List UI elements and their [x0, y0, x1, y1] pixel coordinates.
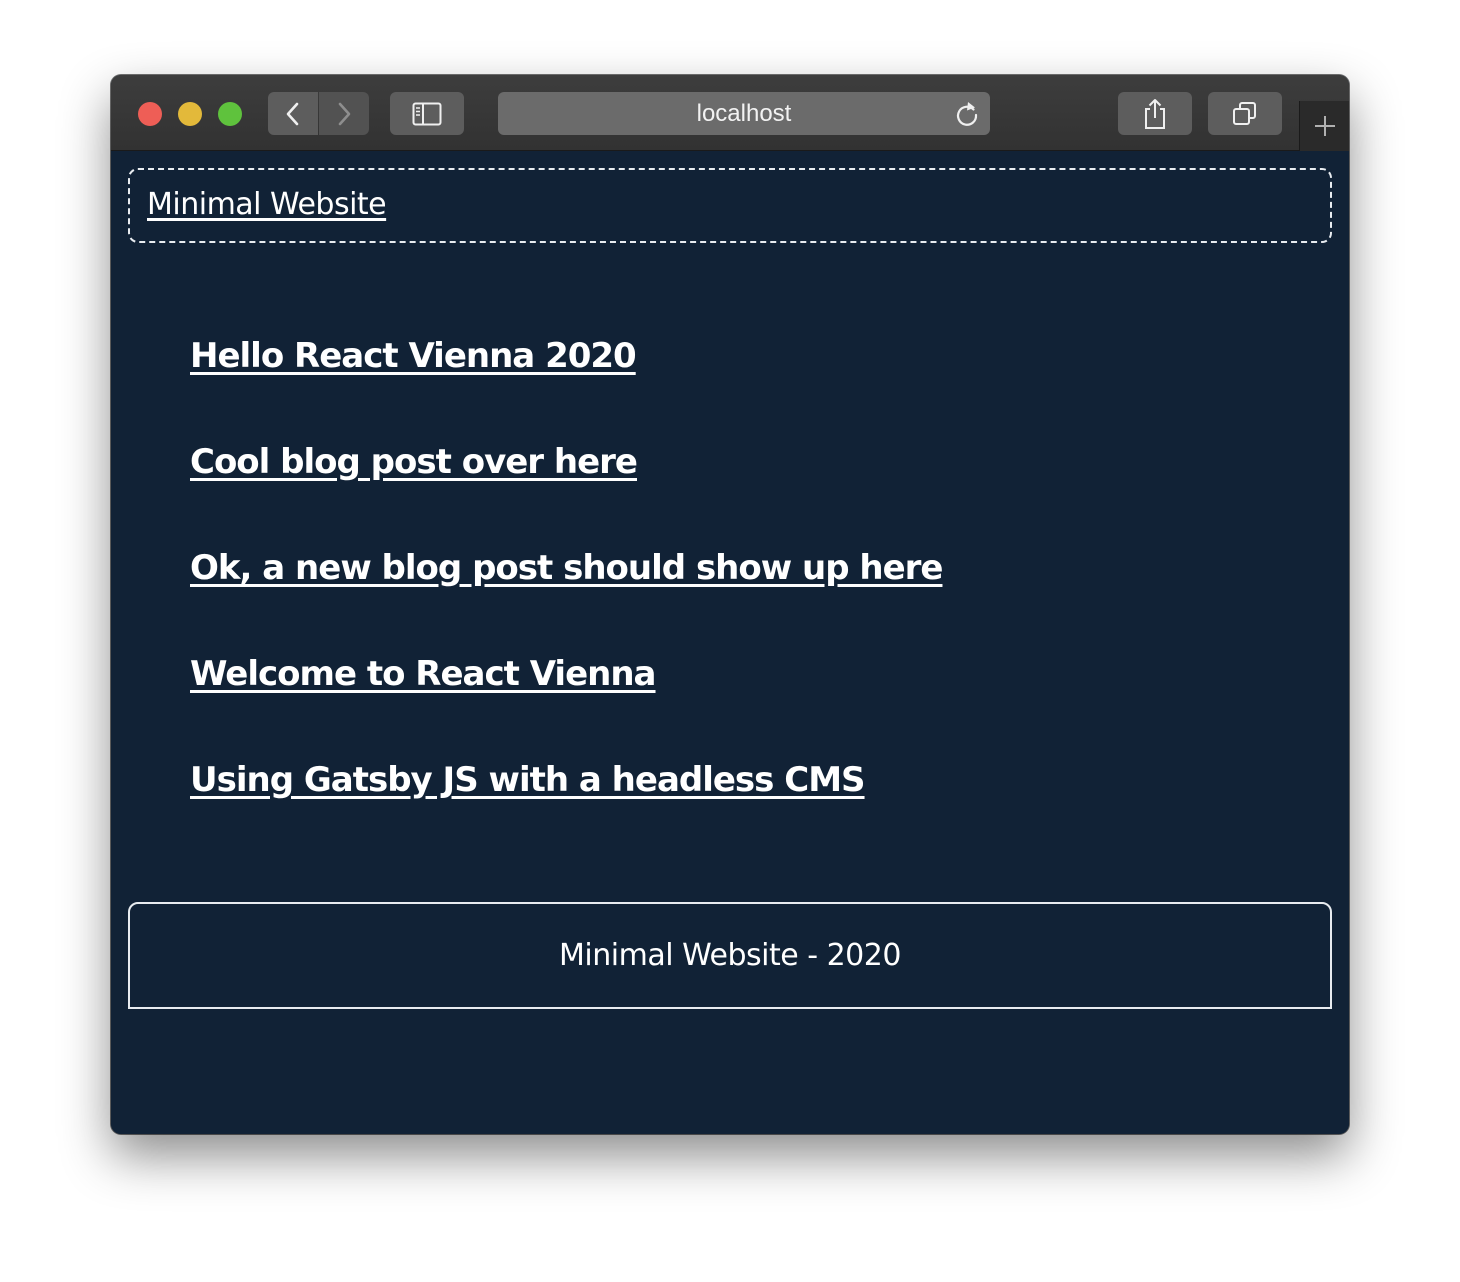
post-link[interactable]: Hello React Vienna 2020 — [190, 336, 637, 376]
footer-text: Minimal Website - 2020 — [559, 938, 901, 973]
browser-window: localhost Minimal Website Hello React Vi… — [111, 75, 1349, 1134]
chevron-left-icon — [286, 102, 299, 125]
site-footer: Minimal Website - 2020 — [128, 902, 1332, 1009]
address-bar[interactable]: localhost — [498, 92, 990, 135]
sidebar-icon — [412, 102, 442, 125]
list-item: Ok, a new blog post should show up here — [190, 548, 943, 654]
site-header: Minimal Website — [128, 168, 1332, 243]
post-link[interactable]: Using Gatsby JS with a headless CMS — [190, 760, 866, 800]
tab-overview-button[interactable] — [1208, 92, 1282, 135]
minimize-window-button[interactable] — [178, 102, 202, 126]
post-link[interactable]: Welcome to React Vienna — [190, 654, 657, 694]
reload-icon[interactable] — [954, 100, 980, 128]
back-button[interactable] — [268, 92, 318, 135]
list-item: Cool blog post over here — [190, 442, 942, 548]
post-list: Hello React Vienna 2020 Cool blog post o… — [190, 336, 943, 866]
url-text: localhost — [696, 99, 792, 127]
new-tab-button[interactable] — [1299, 101, 1349, 151]
share-icon — [1145, 98, 1165, 129]
site-title-link[interactable]: Minimal Website — [147, 187, 387, 222]
close-window-button[interactable] — [138, 102, 162, 126]
list-item: Hello React Vienna 2020 — [190, 336, 942, 442]
post-link[interactable]: Cool blog post over here — [190, 442, 638, 482]
forward-button[interactable] — [319, 92, 369, 135]
sidebar-toggle-button[interactable] — [390, 92, 464, 135]
tabs-icon — [1233, 101, 1256, 125]
chevron-right-icon — [338, 102, 351, 125]
page-content: Minimal Website Hello React Vienna 2020 … — [111, 151, 1349, 1134]
list-item: Using Gatsby JS with a headless CMS — [190, 760, 942, 866]
plus-icon — [1315, 116, 1335, 136]
browser-toolbar: localhost — [111, 75, 1349, 151]
post-link[interactable]: Ok, a new blog post should show up here — [190, 548, 943, 588]
list-item: Welcome to React Vienna — [190, 654, 942, 760]
share-button[interactable] — [1118, 92, 1192, 135]
maximize-window-button[interactable] — [218, 102, 242, 126]
